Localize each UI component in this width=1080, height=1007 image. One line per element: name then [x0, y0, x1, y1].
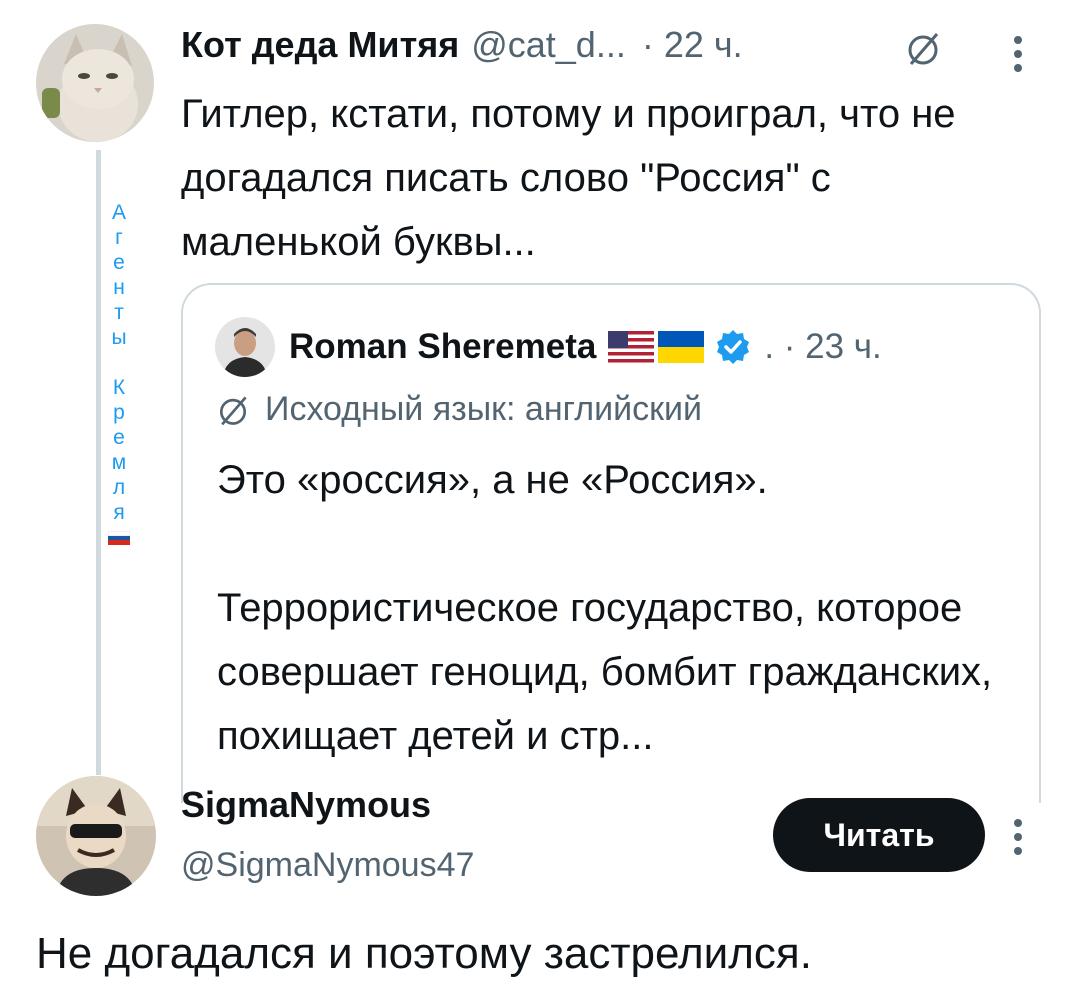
quote-text: Террористическое государство, которое со…: [217, 586, 993, 758]
avatar-sigmanymous[interactable]: [36, 776, 156, 896]
russia-flag-icon: [107, 530, 131, 545]
tweet2-handle[interactable]: @SigmaNymous47: [181, 846, 474, 885]
tweet2-text: Не догадался и поэтому застрелился.: [36, 929, 812, 978]
original-language-label: Исходный язык: английский: [265, 390, 702, 428]
sigmanymous-avatar-image: [36, 776, 156, 896]
more-icon[interactable]: [1014, 813, 1022, 861]
follow-button[interactable]: Читать: [773, 798, 985, 872]
side-label-letter: я: [113, 501, 125, 524]
translate-icon[interactable]: [903, 28, 943, 68]
verified-badge-icon: [717, 330, 750, 364]
thread-connector-line: [96, 150, 101, 775]
avatar-cat[interactable]: [36, 24, 154, 142]
translate-icon: [219, 396, 247, 425]
side-label-letter: [108, 350, 130, 375]
tweet1-header: Кот деда Митяя @cat_d... · 22 ч.: [181, 24, 743, 74]
side-label-letter: К: [112, 376, 126, 399]
side-label-letter: е: [113, 426, 125, 449]
quote-timestamp[interactable]: . · 23 ч.: [764, 327, 881, 367]
avatar-roman[interactable]: [215, 317, 275, 377]
original-language-row[interactable]: Исходный язык: английский: [215, 390, 702, 429]
side-label-letter: т: [114, 301, 124, 324]
side-label: А г е н т ы К р е м л я: [107, 200, 131, 551]
handle[interactable]: @cat_d...: [471, 24, 626, 66]
side-label-letter: р: [113, 401, 125, 424]
side-label-letter: е: [113, 251, 125, 274]
side-label-letter: н: [113, 276, 125, 299]
tweet2-display-name[interactable]: SigmaNymous: [181, 784, 431, 826]
tweet1-text: Гитлер, кстати, потому и проиграл, что н…: [181, 92, 956, 264]
side-label-letter: м: [111, 451, 127, 474]
more-icon[interactable]: [1014, 30, 1022, 78]
side-label-letter: г: [115, 226, 123, 249]
roman-avatar-image: [215, 317, 275, 377]
side-label-letter: л: [112, 476, 126, 499]
ukraine-flag-icon: [658, 331, 705, 363]
display-name[interactable]: Кот деда Митяя: [181, 24, 459, 66]
timestamp[interactable]: · 22 ч.: [642, 24, 743, 66]
quote-header: Roman Sheremeta . · 23 ч.: [289, 322, 882, 372]
side-label-letter: А: [111, 201, 126, 224]
cat-avatar-image: [36, 24, 154, 142]
side-label-letter: ы: [111, 326, 127, 349]
us-flag-icon: [608, 331, 655, 363]
quote-line1: Это «россия», а не «Россия».: [217, 458, 768, 502]
quote-display-name[interactable]: Roman Sheremeta: [289, 327, 596, 367]
